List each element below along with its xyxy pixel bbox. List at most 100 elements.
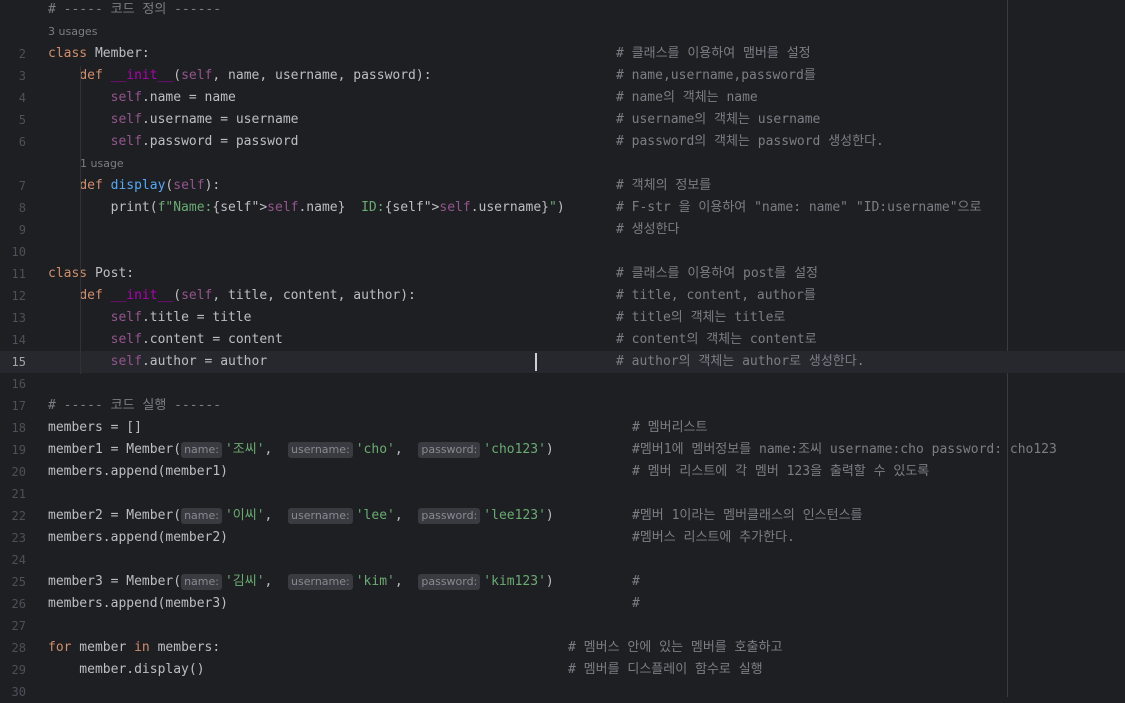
line-number: 8 — [18, 201, 26, 215]
line-number: 23 — [11, 531, 26, 545]
line-comment[interactable]: #멤버1에 멤버정보를 name:조씨 username:cho passwor… — [632, 439, 1057, 461]
code-line[interactable]: 28 for member in members: # 멤버스 안에 있는 멤버를 … — [0, 637, 1125, 659]
line-number: 9 — [18, 223, 26, 237]
code-line[interactable]: 24 — [0, 549, 1125, 571]
line-comment[interactable]: # content의 객체는 content로 — [616, 329, 817, 351]
line-comment[interactable]: # author의 객체는 author로 생성한다. — [616, 351, 865, 373]
code-line[interactable]: 10 — [0, 241, 1125, 263]
indent-guide — [80, 66, 81, 286]
line-comment[interactable]: # 멤버를 디스플레이 함수로 실행 — [568, 659, 763, 681]
line-comment[interactable]: #멤버스 리스트에 추가한다. — [632, 527, 795, 549]
line-number: 11 — [11, 267, 26, 281]
code-line[interactable]: 26 members.append(member3) # — [0, 593, 1125, 615]
line-number: 21 — [11, 487, 26, 501]
line-comment[interactable]: # name,username,password를 — [616, 65, 816, 87]
code-line[interactable]: 8 print(f"Name:{self">self.name} ID:{sel… — [0, 197, 1125, 219]
line-comment[interactable]: # 생성한다 — [616, 219, 680, 241]
line-comment[interactable]: # 클래스를 이용하여 맴버를 설정 — [616, 43, 811, 65]
code-text[interactable]: member2 = Member(name: '이씨', username:'le… — [48, 505, 554, 527]
code-line[interactable]: 3 usages — [0, 21, 1125, 43]
code-text[interactable]: member3 = Member(name: '김씨', username:'ki… — [48, 571, 554, 593]
code-line[interactable]: 14 self.content = content # content의 객체는 … — [0, 329, 1125, 351]
code-line[interactable]: 18 members = [] # 멤버리스트 — [0, 417, 1125, 439]
line-comment[interactable]: # 멤버스 안에 있는 멤버를 호출하고 — [568, 637, 782, 659]
code-text[interactable]: members.append(member1) — [48, 461, 228, 483]
code-text[interactable]: def __init__(self, title, content, autho… — [48, 285, 416, 307]
line-comment[interactable]: # password의 객체는 password 생성한다. — [616, 131, 884, 153]
code-line[interactable]: 12 def __init__(self, title, content, au… — [0, 285, 1125, 307]
code-text[interactable]: members.append(member2) — [48, 527, 228, 549]
usages-inlay-hint[interactable]: 1 usage — [80, 153, 124, 175]
code-line[interactable]: 5 self.username = username # username의 객체… — [0, 109, 1125, 131]
line-comment[interactable]: # 클래스를 이용하여 post를 설정 — [616, 263, 818, 285]
line-comment[interactable]: # F-str 을 이용하여 "name: name" "ID:username… — [616, 197, 981, 219]
line-number: 22 — [11, 509, 26, 523]
line-number: 25 — [11, 575, 26, 589]
code-line[interactable]: 30 — [0, 681, 1125, 703]
line-comment[interactable]: # 멤버 리스트에 각 멤버 123을 출력할 수 있도록 — [632, 461, 929, 483]
line-number: 27 — [11, 619, 26, 633]
code-text[interactable]: class Member: — [48, 43, 150, 65]
code-line[interactable]: 25 member3 = Member(name: '김씨', username: '… — [0, 571, 1125, 593]
code-line[interactable]: 13 self.title = title # title의 객체는 title로 — [0, 307, 1125, 329]
code-text[interactable]: member.display() — [48, 659, 204, 681]
line-comment[interactable]: # title, content, author를 — [616, 285, 816, 307]
text-cursor — [535, 353, 537, 371]
code-text[interactable]: members = [] — [48, 417, 142, 439]
code-text[interactable]: for member in members: — [48, 637, 220, 659]
code-line[interactable]: 17 # ----- 코드 실행 ------ — [0, 395, 1125, 417]
code-line[interactable]: 29 member.display() # 멤버를 디스플레이 함수로 실행 — [0, 659, 1125, 681]
line-comment[interactable]: #멤버 1이라는 멤버클래스의 인스턴스를 — [632, 505, 863, 527]
code-text[interactable]: self.password = password — [48, 131, 299, 153]
code-line[interactable]: 16 — [0, 373, 1125, 395]
code-line[interactable]: 6 self.password = password # password의 객체… — [0, 131, 1125, 153]
code-line[interactable]: 19 member1 = Member(name: '조씨', username: '… — [0, 439, 1125, 461]
code-text[interactable]: member1 = Member(name: '조씨', username:'ch… — [48, 439, 554, 461]
code-line[interactable]: 3 def __init__(self, name, username, pas… — [0, 65, 1125, 87]
code-text[interactable]: print(f"Name:{self">self.name} ID:{self"… — [48, 197, 565, 219]
code-line[interactable]: 2 class Member: # 클래스를 이용하여 맴버를 설정 — [0, 43, 1125, 65]
code-line[interactable]: 27 — [0, 615, 1125, 637]
code-text[interactable]: def display(self): — [48, 175, 220, 197]
code-line[interactable]: 1 usage — [0, 153, 1125, 175]
code-text[interactable]: class Post: — [48, 263, 134, 285]
line-number: 20 — [11, 465, 26, 479]
code-line[interactable]: 9 # 생성한다 — [0, 219, 1125, 241]
code-line[interactable]: 21 — [0, 483, 1125, 505]
line-comment[interactable]: # name의 객체는 name — [616, 87, 758, 109]
code-line[interactable]: 22 member2 = Member(name: '이씨', username: '… — [0, 505, 1125, 527]
code-editor[interactable]: # ----- 코드 정의 ------ 3 usages 2 class Membe… — [0, 0, 1125, 699]
code-line[interactable]: 4 self.name = name # name의 객체는 name — [0, 87, 1125, 109]
code-line[interactable]: 23 members.append(member2) #멤버스 리스트에 추가한다. — [0, 527, 1125, 549]
line-number: 24 — [11, 553, 26, 567]
line-number: 7 — [18, 179, 26, 193]
code-line[interactable]: 15 self.author = author # author의 객체는 aut… — [0, 351, 1125, 373]
code-text[interactable]: members.append(member3) — [48, 593, 228, 615]
line-comment[interactable]: # 멤버리스트 — [632, 417, 707, 439]
line-number: 18 — [11, 421, 26, 435]
usages-inlay-hint[interactable]: 3 usages — [48, 21, 97, 43]
code-text[interactable]: # ----- 코드 실행 ------ — [48, 395, 221, 417]
code-text[interactable]: def __init__(self, name, username, passw… — [48, 65, 431, 87]
code-text[interactable]: self.name = name — [48, 87, 236, 109]
code-line[interactable]: 20 members.append(member1) # 멤버 리스트에 각 멤버 … — [0, 461, 1125, 483]
line-number: 28 — [11, 641, 26, 655]
line-number: 3 — [18, 69, 26, 83]
line-comment[interactable]: # username의 객체는 username — [616, 109, 820, 131]
code-text[interactable]: self.username = username — [48, 109, 299, 131]
parameter-hint: name: — [181, 508, 222, 524]
code-line[interactable]: 11 class Post: # 클래스를 이용하여 post를 설정 — [0, 263, 1125, 285]
line-comment[interactable]: # — [632, 593, 640, 615]
code-line[interactable]: 7 def display(self): # 객체의 정보를 — [0, 175, 1125, 197]
parameter-hint: password: — [418, 442, 481, 458]
code-text[interactable]: self.content = content — [48, 329, 283, 351]
line-comment[interactable]: # 객체의 정보를 — [616, 175, 711, 197]
code-line[interactable]: # ----- 코드 정의 ------ — [0, 0, 1125, 21]
parameter-hint: name: — [181, 574, 222, 590]
line-comment[interactable]: # ----- 코드 정의 ------ — [48, 0, 221, 21]
parameter-hint: username: — [288, 574, 353, 590]
code-text[interactable]: self.title = title — [48, 307, 252, 329]
parameter-hint: password: — [418, 508, 481, 524]
line-comment[interactable]: # title의 객체는 title로 — [616, 307, 785, 329]
line-comment[interactable]: # — [632, 571, 640, 593]
